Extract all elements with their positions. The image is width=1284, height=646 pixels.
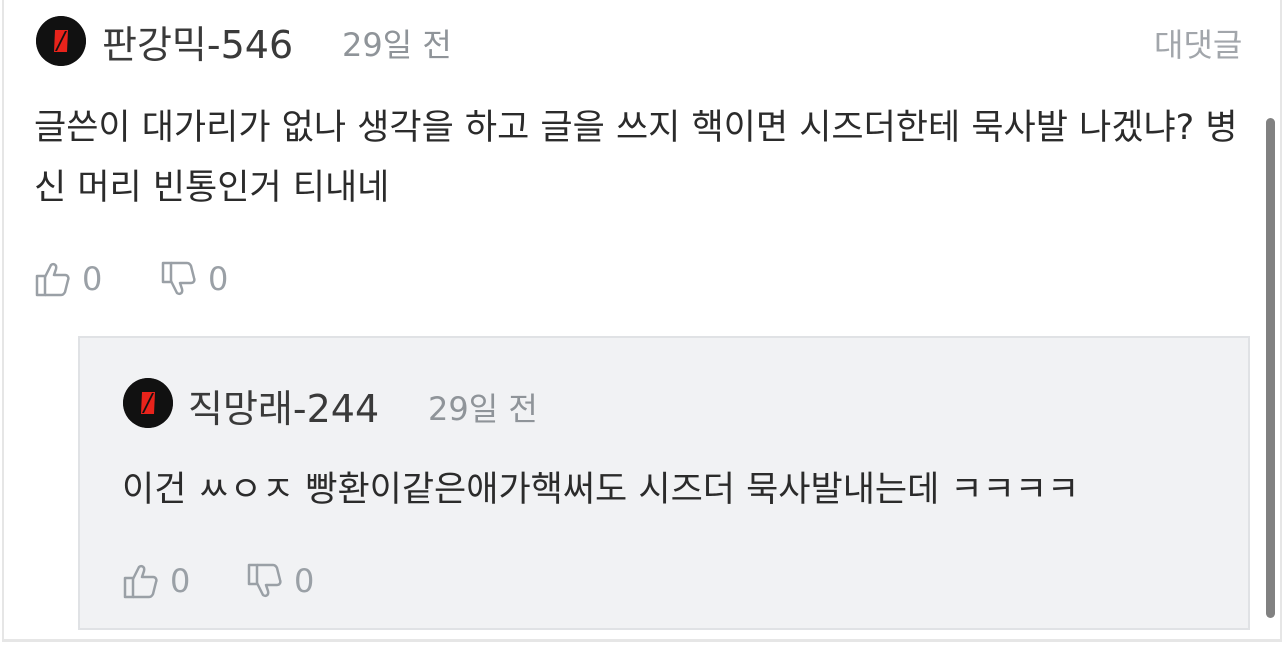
reply-like-button[interactable]: 0	[122, 562, 190, 600]
comment-author[interactable]: 판강믹-546	[102, 14, 293, 69]
dislike-button[interactable]: 0	[160, 260, 228, 298]
like-button[interactable]: 0	[34, 260, 102, 298]
dislike-count: 0	[208, 260, 229, 298]
thumbs-down-icon	[161, 261, 196, 296]
comment-body: 글쓴이 대가리가 없나 생각을 하고 글을 쓰지 핵이면 시즈더한테 묵사발 나…	[34, 108, 1238, 208]
thumbs-up-icon	[35, 262, 70, 297]
reply-dislike-count: 0	[294, 562, 315, 600]
comment-timestamp: 29일 전	[342, 26, 452, 64]
reply-avatar[interactable]	[123, 378, 173, 428]
like-count: 0	[82, 260, 103, 298]
comment-thread: 판강믹-546 29일 전 대댓글 글쓴이 대가리가 없나 생각을 하고 글을 …	[0, 0, 1284, 646]
reply-like-count: 0	[170, 562, 191, 600]
red-slash-logo-icon	[123, 378, 173, 428]
reply-author[interactable]: 직망래-244	[188, 378, 379, 433]
comment-avatar[interactable]	[36, 16, 86, 66]
thumbs-up-icon	[123, 564, 158, 599]
reply-dislike-button[interactable]: 0	[246, 562, 314, 600]
scrollbar[interactable]	[1266, 118, 1275, 618]
thumbs-down-icon	[247, 563, 282, 598]
red-slash-logo-icon	[36, 16, 86, 66]
reply-button[interactable]: 대댓글	[1154, 20, 1242, 66]
reply-body: 이건 ㅆㅇㅈ 빵환이같은애가핵써도 시즈더 묵사발내는데 ㅋㅋㅋㅋ	[122, 470, 1080, 510]
reply-timestamp: 29일 전	[428, 390, 538, 428]
